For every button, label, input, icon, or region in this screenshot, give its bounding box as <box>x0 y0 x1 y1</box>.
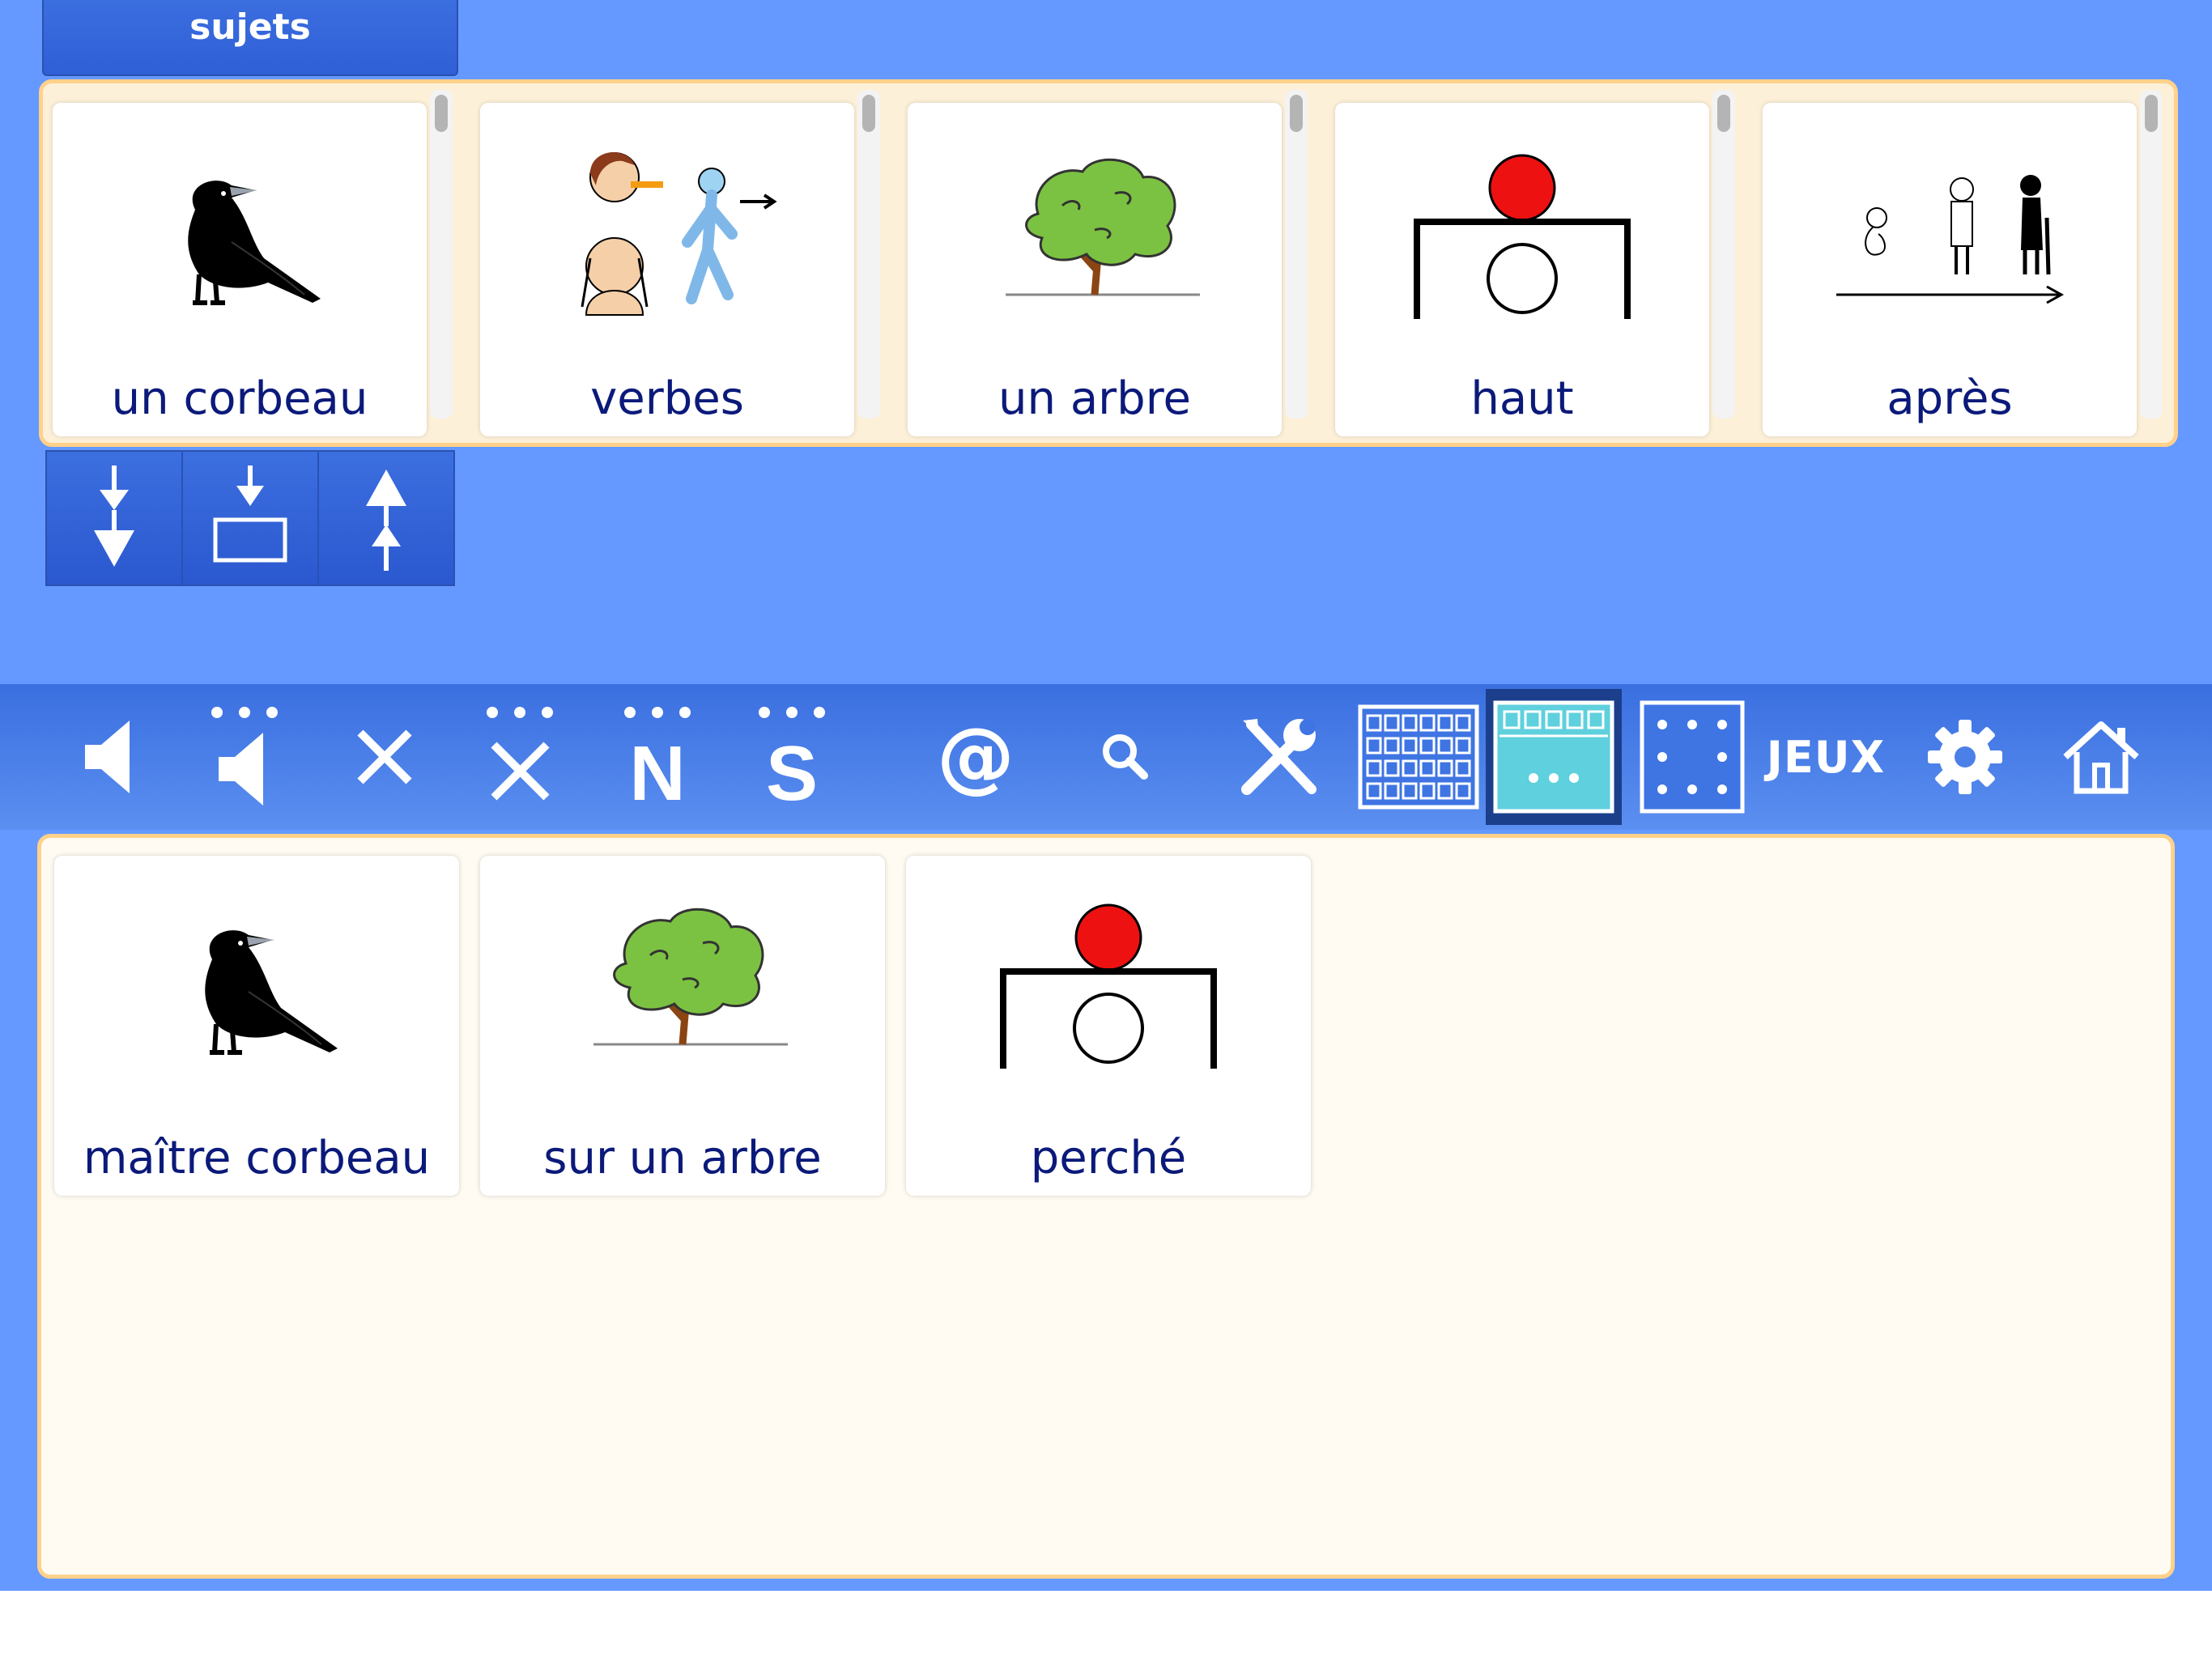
search-button[interactable] <box>1081 684 1170 830</box>
card-label: maître corbeau <box>83 1132 431 1184</box>
delete-button[interactable] <box>340 684 429 830</box>
card-scrollbar[interactable] <box>2140 90 2163 419</box>
toolbar: N S @ JEUX <box>0 684 2212 830</box>
card-label: un arbre <box>998 372 1191 425</box>
card-label: un corbeau <box>111 372 368 425</box>
up-position-icon <box>1335 113 1709 372</box>
topic-card-arbre[interactable]: un arbre <box>908 103 1282 436</box>
verbs-icon <box>480 113 854 372</box>
up-position-icon <box>906 870 1311 1113</box>
topic-card-haut[interactable]: haut <box>1335 103 1709 436</box>
move-down-icon <box>94 466 134 567</box>
s-dots-button[interactable]: S <box>750 684 839 830</box>
insert-down-icon <box>213 466 287 563</box>
move-up-icon <box>366 470 406 571</box>
move-button-bar <box>45 450 455 586</box>
search-icon <box>1103 734 1148 780</box>
speak-all-icon <box>211 707 278 806</box>
tools-icon <box>1241 719 1317 795</box>
delete-all-icon <box>487 707 553 801</box>
card-scrollbar[interactable] <box>430 90 453 419</box>
grid-large-icon <box>1358 704 1479 810</box>
home-button[interactable] <box>2057 684 2146 830</box>
at-icon: @ <box>937 716 1015 797</box>
speak-button[interactable] <box>65 684 154 830</box>
speak-icon <box>85 721 130 793</box>
svg-text:N: N <box>629 730 685 810</box>
grid-dots-button[interactable] <box>1637 684 1747 830</box>
crow-icon <box>54 870 459 1113</box>
delete-all-button[interactable] <box>478 684 567 830</box>
at-button[interactable]: @ <box>931 684 1020 830</box>
card-label: haut <box>1470 372 1574 425</box>
tools-button[interactable] <box>1231 684 1328 830</box>
grid-strip-icon <box>1493 700 1614 814</box>
s-dots-icon: S <box>759 707 825 810</box>
tree-icon <box>480 870 885 1113</box>
speak-all-button[interactable] <box>202 684 291 830</box>
move-up-button[interactable] <box>319 452 453 585</box>
message-card-sur-un-arbre[interactable]: sur un arbre <box>480 856 885 1196</box>
message-card-maitre-corbeau[interactable]: maître corbeau <box>54 856 459 1196</box>
card-scrollbar[interactable] <box>1712 90 1735 419</box>
tree-icon <box>908 113 1282 372</box>
settings-button[interactable] <box>1921 684 2010 830</box>
insert-down-button[interactable] <box>183 452 319 585</box>
card-scrollbar[interactable] <box>857 90 880 419</box>
topic-strip: un corbeau verbes un arbre haut après <box>39 79 2178 447</box>
svg-text:@: @ <box>937 716 1015 797</box>
after-timeline-icon <box>1763 113 2137 372</box>
topic-card-verbes[interactable]: verbes <box>480 103 854 436</box>
message-card-perche[interactable]: perché <box>906 856 1311 1196</box>
card-label: perché <box>1030 1132 1187 1184</box>
crow-icon <box>53 113 427 372</box>
grid-large-button[interactable] <box>1354 684 1483 830</box>
message-area[interactable]: maître corbeau sur un arbre perché <box>37 834 2175 1579</box>
gear-icon <box>1928 720 2002 794</box>
app-background: sujets un corbeau verbes un arbre haut a… <box>0 0 2212 1591</box>
delete-icon <box>357 729 412 784</box>
topic-card-corbeau[interactable]: un corbeau <box>53 103 427 436</box>
grid-dots-icon <box>1640 700 1745 814</box>
svg-text:S: S <box>766 730 818 810</box>
grid-strip-button[interactable] <box>1486 684 1622 830</box>
card-label: verbes <box>590 372 744 425</box>
card-scrollbar[interactable] <box>1285 90 1308 419</box>
home-icon <box>2063 721 2139 794</box>
move-down-button[interactable] <box>47 452 183 585</box>
card-label: sur un arbre <box>543 1132 822 1184</box>
tab-sujets[interactable]: sujets <box>42 0 458 76</box>
n-dots-icon: N <box>624 707 691 810</box>
n-dots-button[interactable]: N <box>615 684 704 830</box>
topic-card-apres[interactable]: après <box>1763 103 2137 436</box>
card-label: après <box>1887 372 2013 425</box>
games-button[interactable]: JEUX <box>1765 684 1887 830</box>
